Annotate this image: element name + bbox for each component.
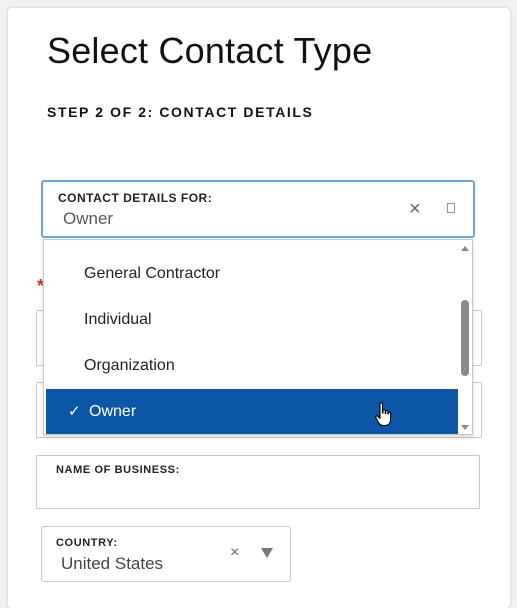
check-icon: ✓ (68, 403, 81, 420)
step-subtitle: STEP 2 OF 2: CONTACT DETAILS (47, 104, 314, 120)
option-organization[interactable]: Organization (46, 343, 458, 389)
contact-details-combobox[interactable]: CONTACT DETAILS FOR: Owner × (41, 180, 475, 238)
dropdown-scrollbar[interactable] (458, 240, 472, 434)
name-of-business-field[interactable]: NAME OF BUSINESS: (36, 455, 480, 509)
scroll-down-icon[interactable] (461, 425, 469, 430)
country-select[interactable]: COUNTRY: United States × (41, 526, 291, 582)
name-of-business-label: NAME OF BUSINESS: (56, 464, 180, 476)
close-icon[interactable]: × (409, 199, 421, 219)
contact-type-dropdown[interactable]: General Contractor Individual Organizati… (43, 239, 473, 435)
option-individual[interactable]: Individual (46, 297, 458, 343)
close-icon[interactable]: × (230, 545, 239, 561)
contact-details-label: CONTACT DETAILS FOR: (58, 191, 213, 205)
option-label: Owner (89, 403, 137, 420)
hand-cursor-icon (375, 402, 392, 427)
clipboard-icon[interactable] (447, 203, 455, 213)
country-label: COUNTRY: (56, 537, 118, 549)
option-general-contractor[interactable]: General Contractor (46, 251, 458, 297)
scroll-up-icon[interactable] (461, 246, 469, 251)
option-owner[interactable]: ✓ Owner (46, 389, 458, 434)
option-label: Organization (84, 357, 175, 374)
chevron-down-icon[interactable] (261, 548, 273, 558)
option-label: Individual (84, 311, 152, 328)
country-value: United States (61, 554, 164, 573)
option-label: General Contractor (84, 265, 221, 282)
scroll-thumb[interactable] (461, 300, 469, 376)
contact-details-value: Owner (63, 209, 114, 228)
page-title: Select Contact Type (47, 30, 373, 71)
